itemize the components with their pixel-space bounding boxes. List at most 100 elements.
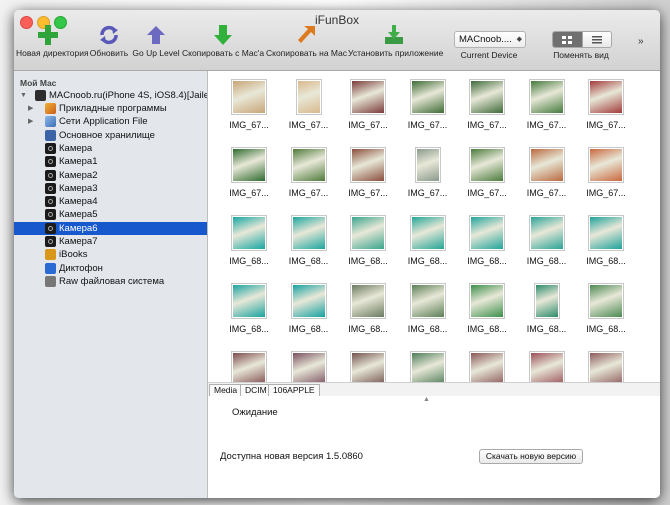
file-name: IMG_68...	[229, 324, 269, 334]
sidebar-item[interactable]: ▶ Прикладные программы	[14, 102, 207, 115]
file-item[interactable]: IMG_68...	[454, 215, 520, 281]
download-new-version-button[interactable]: Скачать новую версию	[479, 449, 583, 464]
device-name: MACnoob.ru(iPhone 4S, iOS8.4)[Jailed]	[49, 90, 207, 101]
grid-view-button[interactable]	[553, 32, 582, 47]
sidebar-item[interactable]: Камера6	[14, 221, 207, 235]
disclosure-closed-icon[interactable]: ▶	[28, 102, 33, 115]
photo-thumbnail	[350, 283, 386, 319]
sidebar-item[interactable]: Диктофон	[14, 262, 207, 275]
toolbar-overflow-button[interactable]: »	[638, 36, 644, 47]
photo-thumbnail	[469, 79, 505, 115]
file-item[interactable]: IMG_68...	[395, 215, 461, 281]
photo-thumbnail	[409, 283, 446, 319]
file-item[interactable]: IMG_67...	[335, 147, 401, 213]
install-app-button[interactable]: Установить приложение	[348, 24, 444, 70]
file-item[interactable]: IMG_67...	[216, 79, 282, 145]
splitter-handle[interactable]: ▲	[423, 396, 430, 403]
camera-icon	[45, 142, 56, 154]
file-item[interactable]: IMG_68...	[276, 283, 342, 349]
sidebar-item-label: Камера2	[59, 169, 98, 181]
file-item[interactable]: IMG_67...	[395, 147, 461, 213]
file-item[interactable]: IMG_67...	[276, 79, 342, 145]
file-item[interactable]: IMG_67...	[454, 79, 520, 145]
file-item[interactable]: IMG_67...	[276, 147, 342, 213]
sidebar-item[interactable]: Камера7	[14, 235, 207, 248]
orange-arrow-icon	[298, 26, 315, 43]
sidebar-item[interactable]: Raw файловая система	[14, 275, 207, 288]
photo-thumbnail	[469, 283, 505, 319]
sidebar-item[interactable]: Камера1	[14, 155, 207, 168]
file-item[interactable]: IMG_68...	[454, 283, 520, 349]
sidebar-item[interactable]: Основное хранилище	[14, 129, 207, 142]
storage-icon	[45, 129, 56, 141]
file-item[interactable]: IMG_68...	[573, 283, 639, 349]
photo-thumbnail	[231, 79, 267, 115]
sidebar-item[interactable]: Камера4	[14, 195, 207, 208]
file-item[interactable]: IMG_67...	[216, 147, 282, 213]
view-toggle[interactable]	[552, 31, 612, 48]
file-name: IMG_68...	[348, 324, 388, 334]
file-item[interactable]: IMG_68...	[335, 215, 401, 281]
photo-thumbnail	[469, 215, 505, 251]
photo-thumbnail	[528, 147, 565, 183]
file-item[interactable]: IMG_68...	[335, 283, 401, 349]
file-item[interactable]: IMG_67...	[454, 147, 520, 213]
file-item[interactable]: IMG_67...	[573, 147, 639, 213]
sidebar-device-item[interactable]: ▼ MACnoob.ru(iPhone 4S, iOS8.4)[Jailed]	[14, 89, 207, 102]
refresh-button[interactable]: Обновить	[86, 24, 132, 70]
sidebar-item-label: Камера1	[59, 156, 98, 168]
go-up-level-label: Go Up Level	[132, 48, 180, 58]
sidebar-item[interactable]: Камера2	[14, 169, 207, 182]
photo-thumbnail	[588, 79, 624, 115]
copy-from-mac-button[interactable]: Скопировать с Mac'a	[182, 24, 264, 70]
refresh-label: Обновить	[89, 48, 129, 58]
file-name: IMG_67...	[407, 188, 448, 198]
file-name: IMG_67...	[586, 188, 626, 198]
list-view-button[interactable]	[581, 32, 611, 47]
new-folder-label: Новая директория	[16, 48, 89, 58]
camera-icon	[45, 156, 56, 168]
go-up-level-button[interactable]: Go Up Level	[132, 24, 180, 70]
file-item[interactable]: IMG_68...	[276, 215, 342, 281]
file-name: IMG_68...	[526, 256, 567, 266]
photo-thumbnail	[409, 79, 446, 115]
file-item[interactable]: IMG_67...	[514, 147, 580, 213]
sidebar-item[interactable]: Камера5	[14, 208, 207, 221]
photo-thumbnail	[409, 215, 446, 251]
file-item[interactable]: IMG_67...	[335, 79, 401, 145]
current-device-select[interactable]: MACnoob.... ◆	[454, 31, 526, 48]
file-item[interactable]: IMG_68...	[573, 215, 639, 281]
new-version-text: Доступна новая версия 1.5.0860	[220, 451, 363, 462]
up-arrow-icon	[147, 26, 165, 44]
photo-thumbnail	[469, 147, 505, 183]
photo-thumbnail	[588, 147, 624, 183]
file-item[interactable]: IMG_68...	[395, 283, 461, 349]
file-name: IMG_67...	[348, 188, 388, 198]
sidebar-item-label: Основное хранилище	[59, 129, 155, 141]
file-item[interactable]: IMG_68...	[514, 283, 580, 349]
camera-icon	[45, 169, 56, 181]
chevron-updown-icon: ◆	[516, 36, 522, 43]
sidebar-item[interactable]: ▶ Сети Application File	[14, 115, 207, 128]
file-item[interactable]: IMG_68...	[514, 215, 580, 281]
apps-icon	[45, 103, 56, 114]
file-item[interactable]: IMG_67...	[573, 79, 639, 145]
new-folder-button[interactable]: Новая директория	[16, 24, 89, 70]
file-item[interactable]: IMG_67...	[514, 79, 580, 145]
install-app-label: Установить приложение	[348, 48, 444, 58]
file-item[interactable]: IMG_68...	[216, 215, 282, 281]
sidebar-item[interactable]: Камера3	[14, 182, 207, 195]
sidebar-item[interactable]: Камера	[14, 142, 207, 155]
photo-thumbnail	[231, 283, 267, 319]
grid-icon	[562, 35, 573, 44]
file-name: IMG_67...	[407, 120, 448, 130]
sidebar-item[interactable]: iBooks	[14, 248, 207, 261]
photo-thumbnail	[350, 147, 386, 183]
file-item[interactable]: IMG_68...	[216, 283, 282, 349]
file-item[interactable]: IMG_67...	[395, 79, 461, 145]
copy-to-mac-button[interactable]: Скопировать на Mac	[266, 24, 347, 70]
file-grid[interactable]: IMG_67... IMG_67... IMG_67... IMG_67... IMG_…	[208, 71, 660, 390]
file-name: IMG_67...	[229, 188, 269, 198]
disclosure-closed-icon[interactable]: ▶	[28, 115, 33, 128]
photo-thumbnail	[231, 147, 267, 183]
